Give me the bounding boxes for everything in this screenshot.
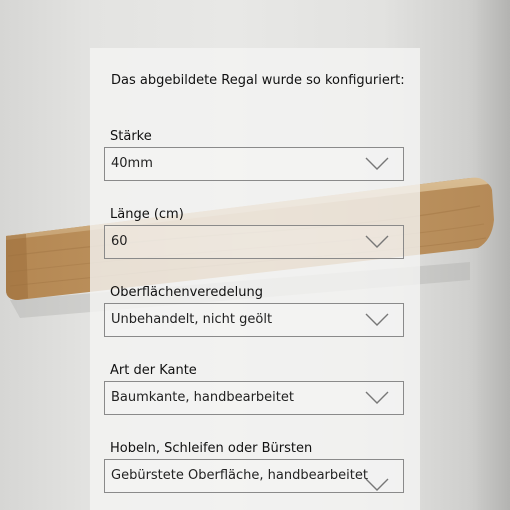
thickness-label: Stärke [110,129,152,144]
edge-type-select[interactable]: Baumkante, handbearbeitet [104,381,404,415]
surface-finish-select[interactable]: Unbehandelt, nicht geölt [104,303,404,337]
surface-treatment-label: Hobeln, Schleifen oder Bürsten [110,441,313,456]
surface-treatment-value: Gebürstete Oberfläche, handbearbeitet [111,468,368,483]
surface-finish-label: Oberflächenveredelung [110,285,263,300]
chevron-down-icon [365,235,389,248]
chevron-down-icon [365,391,389,404]
chevron-down-icon [365,313,389,326]
length-label: Länge (cm) [110,207,184,222]
surface-treatment-select[interactable]: Gebürstete Oberfläche, handbearbeitet [104,459,404,493]
length-value: 60 [111,234,128,249]
chevron-down-icon [365,157,389,170]
edge-type-label: Art der Kante [110,363,197,378]
surface-finish-value: Unbehandelt, nicht geölt [111,312,273,327]
thickness-select[interactable]: 40mm [104,147,404,181]
length-select[interactable]: 60 [104,225,404,259]
chevron-down-icon [365,478,389,491]
thickness-value: 40mm [111,156,153,171]
configuration-intro-text: Das abgebildete Regal wurde so konfiguri… [111,73,405,88]
edge-type-value: Baumkante, handbearbeitet [111,390,294,405]
